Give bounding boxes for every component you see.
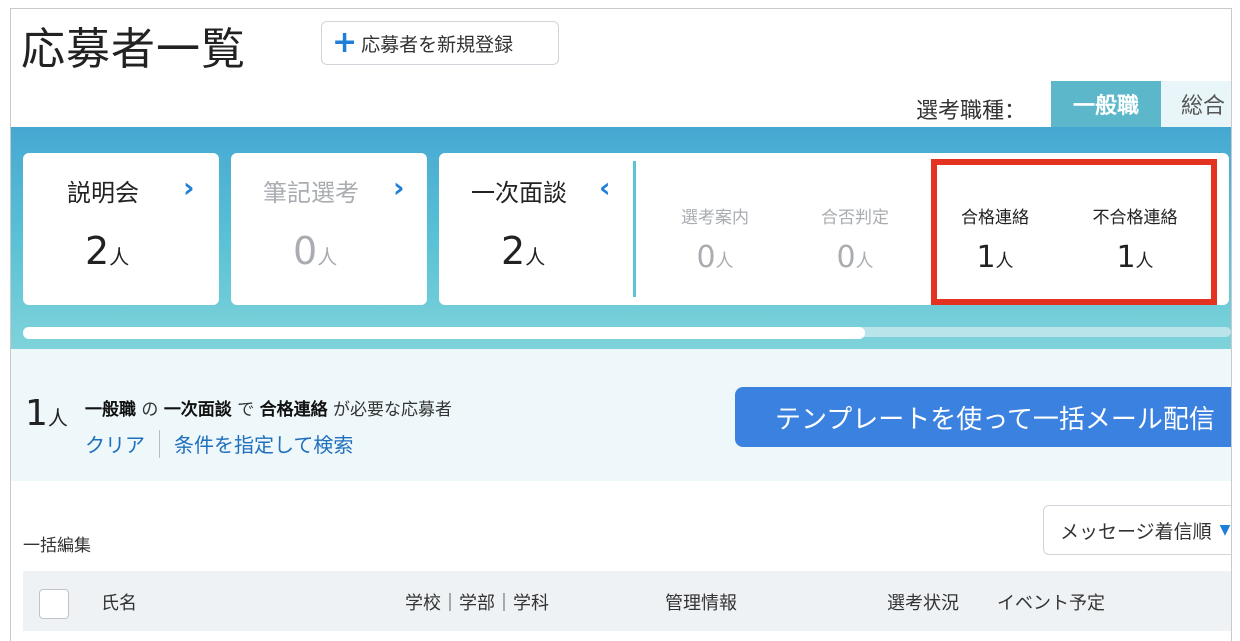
chevron-right-icon: › <box>183 171 195 204</box>
job-type-label: 選考職種： <box>916 99 1027 124</box>
sort-select[interactable]: メッセージ着信順 ▼ <box>1043 505 1231 555</box>
substep-judgement[interactable]: 合否判定 0人 <box>785 203 925 275</box>
filter-condition: 一般職 の 一次面談 で 合格連絡 が必要な応募者 <box>85 400 453 420</box>
table-header: 氏名 学校｜学部｜学科 管理情報 選考状況 イベント予定 <box>23 571 1231 631</box>
search-conditions-link[interactable]: 条件を指定して検索 <box>174 429 353 458</box>
substep-guidance[interactable]: 選考案内 0人 <box>645 203 785 275</box>
stage-title: 一次面談 <box>471 179 567 207</box>
column-management[interactable]: 管理情報 <box>665 589 737 615</box>
result-count: 1人 <box>25 393 68 434</box>
page-title: 応募者一覧 <box>21 24 246 75</box>
stage-count: 2人 <box>85 229 130 273</box>
chevron-right-icon: › <box>393 171 405 204</box>
bulk-edit-label[interactable]: 一括編集 <box>23 531 91 556</box>
select-all-checkbox[interactable] <box>39 589 69 619</box>
filter-links: クリア 条件を指定して検索 <box>85 429 353 458</box>
stage-title: 説明会 <box>67 179 139 207</box>
filter-summary: 1人 一般職 の 一次面談 で 合格連絡 が必要な応募者 クリア 条件を指定して… <box>11 349 1231 481</box>
stage-title: 筆記選考 <box>263 179 359 207</box>
link-separator <box>159 429 160 458</box>
column-status[interactable]: 選考状況 <box>887 589 959 615</box>
column-school[interactable]: 学校｜学部｜学科 <box>405 589 549 615</box>
column-events[interactable]: イベント予定 <box>997 589 1105 615</box>
plus-icon: + <box>332 25 358 60</box>
stage-card-written[interactable]: 筆記選考 › 0人 <box>231 153 427 305</box>
job-tab-general[interactable]: 一般職 <box>1051 81 1161 127</box>
horizontal-scrollbar-thumb[interactable] <box>23 327 865 339</box>
new-applicant-label: 応募者を新規登録 <box>361 33 514 56</box>
stage-divider <box>633 161 636 297</box>
new-applicant-button[interactable]: + 応募者を新規登録 <box>321 21 559 65</box>
bulk-mail-button[interactable]: テンプレートを使って一括メール配信 <box>735 387 1231 447</box>
app-frame: 応募者一覧 + 応募者を新規登録 選考職種： 一般職 総合 説明会 › 2人 筆… <box>10 8 1232 641</box>
stage-count: 2人 <box>501 229 546 273</box>
highlight-box <box>931 159 1217 305</box>
stage-band: 説明会 › 2人 筆記選考 › 0人 一次面談 ‹ 2人 選考案内 0人 合否判… <box>11 127 1231 349</box>
chevron-left-icon: ‹ <box>599 171 611 204</box>
stage-count: 0人 <box>293 229 338 273</box>
stage-card-interview[interactable]: 一次面談 ‹ 2人 選考案内 0人 合否判定 0人 合格連絡 1人 不合格連絡 … <box>439 153 1229 305</box>
chevron-down-icon: ▼ <box>1219 522 1231 538</box>
column-name[interactable]: 氏名 <box>101 589 137 615</box>
clear-link[interactable]: クリア <box>85 429 145 458</box>
job-tab-career[interactable]: 総合 <box>1161 81 1231 127</box>
stage-card-briefing[interactable]: 説明会 › 2人 <box>23 153 219 305</box>
